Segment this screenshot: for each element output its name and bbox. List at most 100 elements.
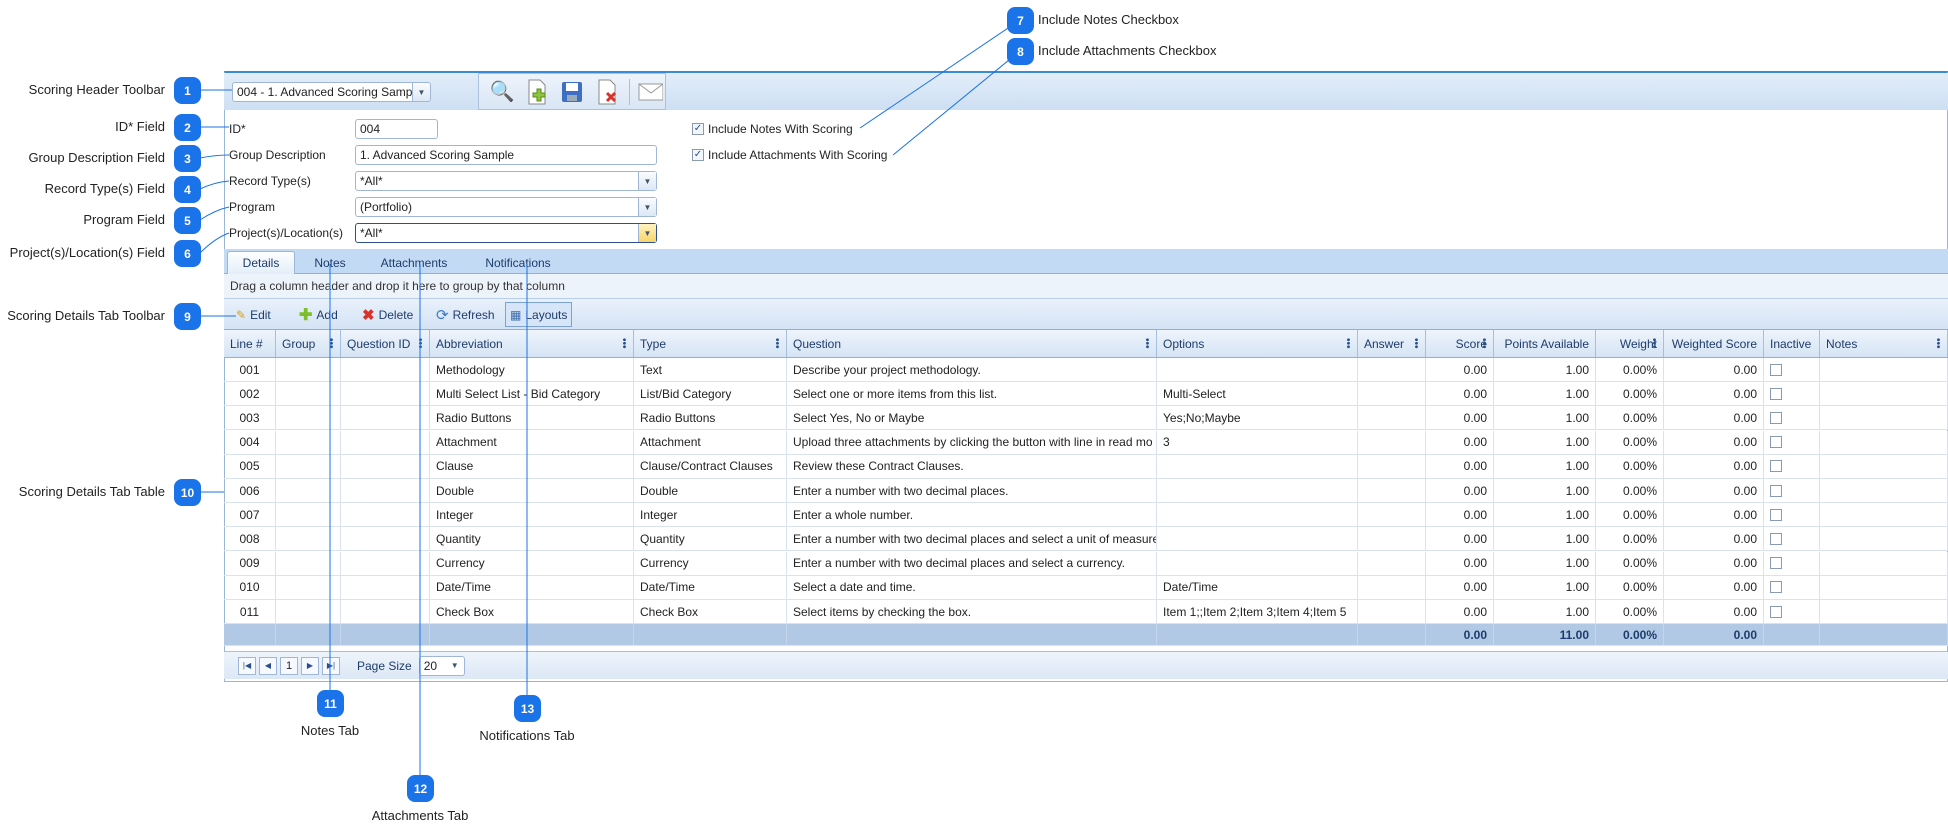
- table-row[interactable]: 002 Multi Select List - Bid Category List/…: [224, 382, 1948, 407]
- inactive-checkbox[interactable]: [1770, 411, 1782, 424]
- tab-notifications[interactable]: Notifications: [468, 251, 568, 274]
- column-header[interactable]: Question •••: [787, 330, 1157, 357]
- column-menu-icon[interactable]: •••: [1342, 338, 1353, 349]
- column-header[interactable]: Abbreviation •••: [430, 330, 634, 357]
- column-header[interactable]: Notes •••: [1820, 330, 1948, 357]
- column-menu-icon[interactable]: •••: [1141, 338, 1152, 349]
- first-page-icon[interactable]: |◀: [238, 656, 256, 675]
- column-menu-icon[interactable]: •••: [414, 338, 425, 349]
- record-types-dropdown[interactable]: *All* ▼: [355, 171, 657, 191]
- table-cell: 3: [1157, 430, 1358, 454]
- table-cell: [1820, 600, 1948, 623]
- record-types-label: Record Type(s): [229, 174, 311, 188]
- table-row[interactable]: 001 Methodology Text Describe your project …: [224, 358, 1948, 382]
- refresh-button[interactable]: ⟳ Refresh: [436, 304, 495, 326]
- column-header-label: Question: [793, 336, 842, 351]
- inactive-cell: [1764, 503, 1820, 527]
- save-icon[interactable]: [559, 79, 585, 105]
- inactive-cell: [1764, 575, 1820, 599]
- inactive-checkbox[interactable]: [1770, 460, 1782, 473]
- table-cell: Enter a number with two decimal places a…: [787, 527, 1157, 551]
- table-row[interactable]: 010 Date/Time Date/Time Select a date and t…: [224, 575, 1948, 600]
- table-cell: [1358, 430, 1426, 454]
- page-size-dropdown[interactable]: 20 ▼: [418, 655, 465, 676]
- chevron-down-icon[interactable]: ▼: [638, 172, 656, 190]
- column-menu-icon[interactable]: •••: [325, 338, 336, 349]
- inactive-checkbox[interactable]: [1770, 436, 1782, 449]
- table-cell: [1157, 527, 1358, 551]
- column-menu-icon[interactable]: •••: [1648, 338, 1659, 349]
- column-header[interactable]: Options •••: [1157, 330, 1358, 357]
- layouts-button[interactable]: ▦ Layouts: [505, 302, 573, 327]
- table-row[interactable]: 005 Clause Clause/Contract Clauses Review t…: [224, 454, 1948, 479]
- tab-details[interactable]: Details: [227, 251, 295, 274]
- email-icon[interactable]: [629, 78, 663, 105]
- column-header[interactable]: Type •••: [634, 330, 787, 357]
- new-document-icon[interactable]: [524, 79, 550, 105]
- group-description-field[interactable]: 1. Advanced Scoring Sample: [355, 145, 657, 165]
- delete-button[interactable]: ✖ Delete: [362, 304, 413, 326]
- chevron-down-icon[interactable]: ▼: [412, 83, 430, 101]
- column-header[interactable]: Inactive: [1764, 330, 1820, 357]
- inactive-checkbox[interactable]: [1770, 508, 1782, 521]
- table-row[interactable]: 008 Quantity Quantity Enter a number with t…: [224, 527, 1948, 552]
- table-cell: [1820, 382, 1948, 406]
- table-cell: [1358, 406, 1426, 430]
- table-cell: [341, 551, 430, 575]
- inactive-checkbox[interactable]: [1770, 387, 1782, 400]
- next-page-icon[interactable]: ▶: [301, 656, 319, 675]
- tab-attachments[interactable]: Attachments: [369, 251, 459, 274]
- table-row[interactable]: 009 Currency Currency Enter a number with t…: [224, 551, 1948, 576]
- column-header[interactable]: Weighted Score: [1664, 330, 1764, 357]
- table-row[interactable]: 011 Check Box Check Box Select items by che…: [224, 600, 1948, 624]
- page-number-button[interactable]: 1: [280, 656, 298, 675]
- edit-button[interactable]: ✎ Edit: [236, 304, 271, 326]
- table-row[interactable]: 003 Radio Buttons Radio Buttons Select Yes,…: [224, 406, 1948, 431]
- tab-notes[interactable]: Notes: [300, 251, 360, 274]
- inactive-checkbox[interactable]: [1770, 605, 1782, 618]
- table-cell: 1.00: [1494, 358, 1596, 381]
- column-menu-icon[interactable]: •••: [1478, 338, 1489, 349]
- prev-page-icon[interactable]: ◀: [259, 656, 277, 675]
- id-field[interactable]: 004: [355, 119, 438, 139]
- chevron-down-icon[interactable]: ▼: [638, 198, 656, 216]
- search-icon[interactable]: 🔍: [489, 79, 515, 105]
- program-dropdown[interactable]: (Portfolio) ▼: [355, 197, 657, 217]
- chevron-down-icon[interactable]: ▼: [446, 657, 464, 675]
- table-row[interactable]: 004 Attachment Attachment Upload three atta…: [224, 430, 1948, 455]
- column-menu-icon[interactable]: •••: [618, 338, 629, 349]
- inactive-checkbox[interactable]: [1770, 557, 1782, 570]
- callout-badge: 11: [317, 690, 344, 717]
- include-attachments-checkbox[interactable]: ✓ Include Attachments With Scoring: [692, 148, 887, 162]
- last-page-icon[interactable]: ▶|: [322, 656, 340, 675]
- table-row[interactable]: 006 Double Double Enter a number with two d…: [224, 479, 1948, 503]
- column-menu-icon[interactable]: •••: [1410, 338, 1421, 349]
- table-row[interactable]: 007 Integer Integer Enter a whole number. 0.…: [224, 503, 1948, 528]
- chevron-down-icon[interactable]: ▼: [638, 224, 656, 242]
- delete-document-icon[interactable]: [594, 79, 620, 105]
- table-cell: 1.00: [1494, 600, 1596, 623]
- inactive-checkbox[interactable]: [1770, 363, 1782, 376]
- column-menu-icon[interactable]: •••: [771, 338, 782, 349]
- add-button[interactable]: ✚ Add: [299, 304, 338, 326]
- column-header[interactable]: Group •••: [276, 330, 341, 357]
- inactive-cell: [1764, 430, 1820, 454]
- inactive-checkbox[interactable]: [1770, 581, 1782, 594]
- projects-dropdown[interactable]: *All* ▼: [355, 223, 657, 243]
- table-cell: 0.00: [1664, 551, 1764, 575]
- record-select-dropdown[interactable]: 004 - 1. Advanced Scoring Sampl ▼: [232, 82, 431, 102]
- callout-label: Include Attachments Checkbox: [1038, 43, 1217, 58]
- inactive-checkbox[interactable]: [1770, 532, 1782, 545]
- column-header[interactable]: Points Available: [1494, 330, 1596, 357]
- group-by-bar[interactable]: Drag a column header and drop it here to…: [224, 274, 1948, 299]
- column-header[interactable]: Score •••: [1426, 330, 1494, 357]
- inactive-checkbox[interactable]: [1770, 484, 1782, 497]
- column-header[interactable]: Weight •••: [1596, 330, 1664, 357]
- column-header[interactable]: Line #: [224, 330, 276, 357]
- include-notes-checkbox[interactable]: ✓ Include Notes With Scoring: [692, 122, 853, 136]
- column-header[interactable]: Question ID •••: [341, 330, 430, 357]
- column-header[interactable]: Answer •••: [1358, 330, 1426, 357]
- checkbox-checked-icon[interactable]: ✓: [692, 149, 704, 161]
- checkbox-checked-icon[interactable]: ✓: [692, 123, 704, 135]
- column-menu-icon[interactable]: •••: [1932, 338, 1943, 349]
